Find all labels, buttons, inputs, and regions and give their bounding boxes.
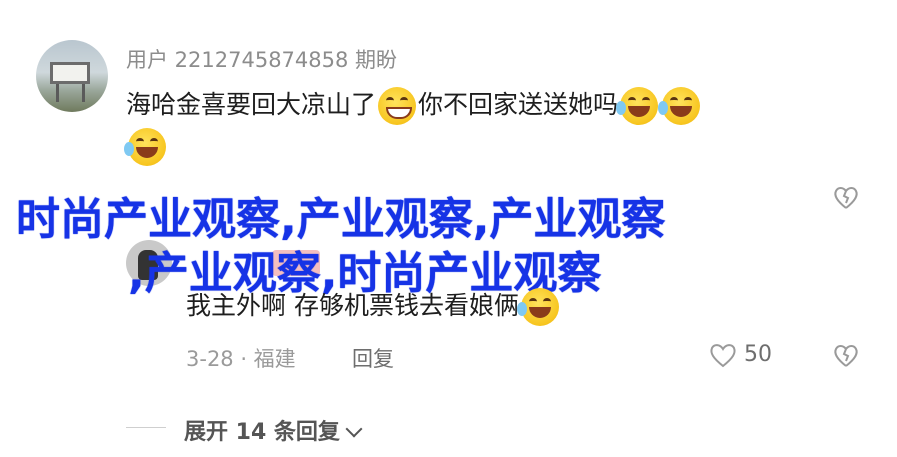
comment-date-location: 3-28 · 福建 [186,347,296,371]
comment-text-part: 我主外啊 存够机票钱去看娘俩 [186,291,519,320]
avatar-image-leg [56,84,59,102]
comment-text: 我主外啊 存够机票钱去看娘俩 [186,286,561,326]
laughing-tears-emoji-icon [658,87,701,125]
comment-username[interactable]: 用户 2212745874858 期盼 [126,44,397,74]
laughing-tears-emoji-icon [124,128,166,166]
reply-button[interactable]: 回复 [352,343,394,373]
expand-replies-label: 展开 14 条回复 [184,420,340,445]
avatar-image-board [50,62,90,84]
avatar[interactable] [36,40,108,112]
comment-text-part: 你不回家送送她吗 [418,90,619,119]
divider [126,427,166,428]
laughing-tears-emoji-icon [616,87,659,125]
comment-emoji-line [124,128,168,166]
broken-heart-icon[interactable] [832,183,860,215]
broken-heart-icon[interactable] [832,341,860,373]
expand-replies-button[interactable]: 展开 14 条回复 [184,414,363,446]
laughing-tears-emoji-icon [516,288,559,326]
comment-text-part: 海哈金喜要回大凉山了 [126,90,377,119]
like-count: 50 [744,342,772,367]
heart-outline-icon[interactable] [708,341,738,373]
comment-text: 海哈金喜要回大凉山了 你不回家送送她吗 [126,85,702,125]
avatar-image-leg [82,84,85,102]
chevron-down-icon [345,420,363,438]
grin-emoji-icon [378,87,417,125]
